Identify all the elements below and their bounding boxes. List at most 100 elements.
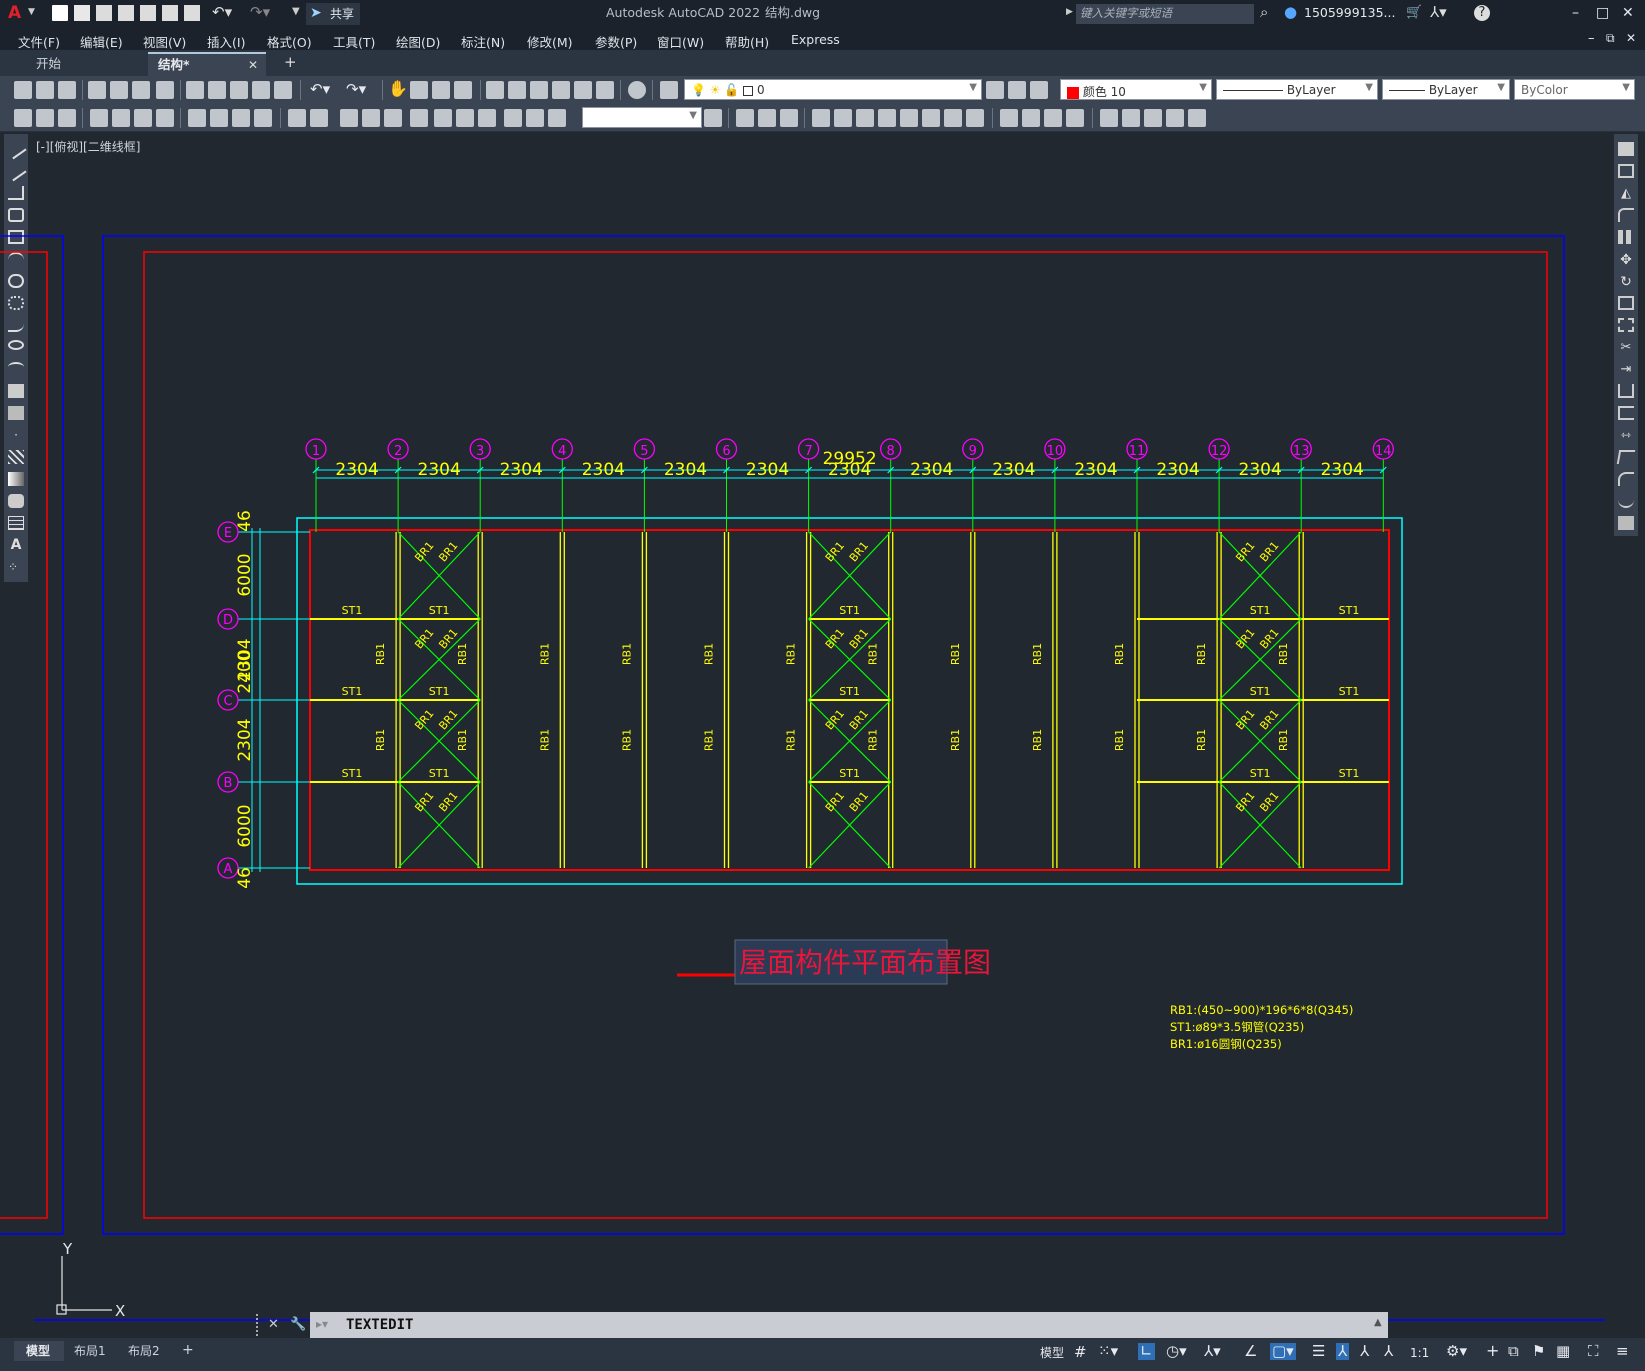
tb-check-icon[interactable] [1100,109,1118,127]
tb-dim-quick-icon[interactable] [210,109,228,127]
tb-dim-jogged-icon[interactable] [134,109,152,127]
menu-tools[interactable]: 工具(T) [333,32,375,51]
help-icon[interactable]: ? [1474,5,1490,21]
polygon-icon[interactable] [8,208,24,222]
cart-icon[interactable]: 🛒 [1406,6,1422,19]
tb-dim-aligned-icon[interactable] [36,109,54,127]
insert-block-icon[interactable] [8,384,24,398]
annotation-scale[interactable]: 1:1 [1410,1347,1429,1359]
spline-icon[interactable] [8,318,24,332]
search-icon[interactable]: ⌕ [1260,5,1268,20]
tb-centermark-icon[interactable] [362,109,380,127]
layout-tab-1[interactable]: 布局1 [74,1345,106,1357]
menu-edit[interactable]: 编辑(E) [80,32,123,51]
menu-help[interactable]: 帮助(H) [725,32,769,51]
user-icon[interactable]: ● [1284,5,1297,20]
menu-parametric[interactable]: 参数(P) [595,32,637,51]
osnap-tracking-icon[interactable]: ∠ [1244,1344,1257,1359]
close-icon[interactable]: ✕ [1622,6,1634,20]
join-icon[interactable]: ⇿ [1618,428,1634,442]
viewport-controls-label[interactable]: [-][俯视][二维线框] [36,139,140,154]
copy-icon[interactable] [1618,164,1634,178]
break-icon[interactable] [1618,406,1634,420]
arc-icon[interactable] [8,252,24,266]
new-icon[interactable] [52,5,68,21]
tb-dimtedit-icon[interactable] [456,109,474,127]
color-dropdown[interactable]: 颜色 10 ▼ [1060,79,1212,100]
save-as-icon[interactable] [118,5,134,21]
tb-layer-properties-icon[interactable] [660,81,678,99]
maximize-icon[interactable]: □ [1596,6,1609,20]
command-close-icon[interactable]: ✕ [268,1318,279,1331]
tb-tolerance-icon[interactable] [340,109,358,127]
tb-rotate-faces-icon[interactable] [900,109,918,127]
tb-subtract-icon[interactable] [758,109,776,127]
rectangle-icon[interactable] [8,230,24,244]
point-icon[interactable]: · [8,428,24,442]
doc-restore-icon[interactable]: ⧉ [1606,32,1615,44]
tb-layer-state-icon[interactable] [1030,81,1048,99]
tb-dim-reassoc-icon[interactable] [548,109,566,127]
tab-close-icon[interactable]: ✕ [248,59,258,71]
doc-minimize-icon[interactable]: – [1588,32,1595,45]
workspace-gear-icon[interactable]: ⚙▾ [1446,1344,1467,1359]
revcloud-icon[interactable] [8,296,24,310]
tb-dim-continue-icon[interactable] [254,109,272,127]
rotate-icon[interactable]: ↻ [1618,274,1634,290]
lineweight-dropdown[interactable]: ByLayer ▼ [1382,79,1510,100]
autodesk-app-icon[interactable]: ⅄▾ [1430,5,1447,20]
line-icon[interactable] [5,138,27,160]
polar-icon[interactable]: ◷▾ [1166,1344,1187,1359]
tb-new-icon[interactable] [14,81,32,99]
tb-union-icon[interactable] [736,109,754,127]
tb-dim-linear-icon[interactable] [14,109,32,127]
fillet-icon[interactable] [1618,472,1634,486]
tb-make-current-icon[interactable] [986,81,1004,99]
stretch-icon[interactable] [1618,318,1634,332]
plot-preview-icon[interactable] [162,5,178,21]
menu-window[interactable]: 窗口(W) [657,32,704,51]
grid-icon[interactable]: # [1074,1345,1087,1360]
lineweight-icon[interactable]: ☰ [1312,1344,1325,1359]
annotation-visibility-icon[interactable]: ⅄ [1360,1344,1369,1359]
tb-dim-arc-icon[interactable] [58,109,76,127]
tb-copy-faces-icon[interactable] [944,109,962,127]
tb-extrude-faces-icon[interactable] [812,109,830,127]
share-button[interactable]: ➤ 共享 [306,3,360,25]
tb-dimupdate-icon[interactable] [478,109,496,127]
menu-dimension[interactable]: 标注(N) [461,32,505,51]
drawing-title[interactable]: 屋面构件平面布置图 [739,946,991,979]
doc-close-icon[interactable]: ✕ [1626,32,1636,44]
extend-icon[interactable]: ⇥ [1618,362,1634,377]
break-at-point-icon[interactable] [1618,384,1634,398]
title-text-edit-box[interactable] [734,939,948,985]
tb-copy-edges-icon[interactable] [1122,109,1140,127]
menu-format[interactable]: 格式(O) [267,32,312,51]
tb-3ddwf-icon[interactable] [156,81,174,99]
menu-express[interactable]: Express [791,32,840,47]
tb-dim-update2-icon[interactable] [504,109,522,127]
linetype-dropdown[interactable]: ByLayer ▼ [1216,79,1378,100]
tb-slice-icon[interactable] [1188,109,1206,127]
tb-taper-faces-icon[interactable] [922,109,940,127]
new-tab-icon[interactable]: + [284,55,297,70]
customization-menu-icon[interactable]: ≡ [1616,1344,1629,1359]
make-block-icon[interactable] [8,406,24,420]
tb-dim-angular-icon[interactable] [188,109,206,127]
user-name[interactable]: 1505999135... [1304,6,1395,20]
construction-line-icon[interactable] [5,160,27,182]
hatch-icon[interactable] [8,450,24,464]
tb-delete-faces-icon[interactable] [878,109,896,127]
polyline-icon[interactable] [8,186,24,200]
ellipse-arc-icon[interactable] [8,362,24,376]
tb-zoom-window-icon[interactable] [432,81,450,99]
command-customize-icon[interactable]: 🔧 [290,1318,306,1331]
quick-properties-icon[interactable]: ⚑ [1532,1344,1545,1359]
tab-start[interactable]: 开始 [20,52,144,76]
app-menu-arrow[interactable]: ▼ [28,8,35,17]
dimstyle-dropdown[interactable]: ▼ [582,107,702,128]
menu-draw[interactable]: 绘图(D) [396,32,440,51]
array-icon[interactable] [1618,230,1634,244]
chamfer-icon[interactable] [1616,450,1636,464]
command-line-grip[interactable] [256,1314,260,1336]
